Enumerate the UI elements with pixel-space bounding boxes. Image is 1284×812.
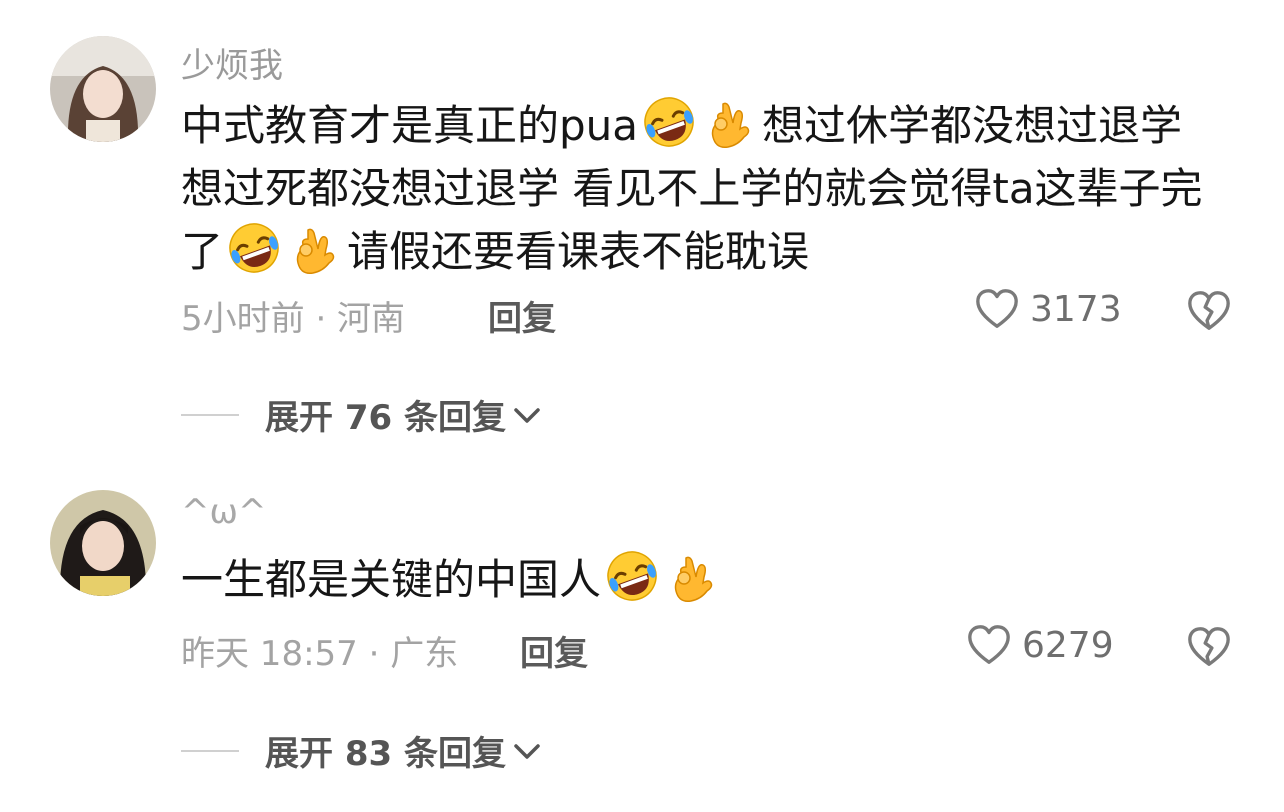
comment-meta-time-location: 5小时前 · 河南 bbox=[181, 299, 406, 339]
like-button[interactable]: 3173 bbox=[974, 286, 1122, 332]
comment-item: ^ω^ 一生都是关键的中国人 昨天 18:57 · 广东 回复 6279 展开 … bbox=[0, 460, 1284, 812]
dislike-button[interactable] bbox=[1186, 288, 1232, 338]
comment-text-segment: 一生都是关键的中国人 bbox=[181, 555, 602, 604]
expand-replies-button[interactable]: 展开 76 条回复 bbox=[181, 390, 542, 439]
divider-line bbox=[181, 749, 239, 752]
ok-hand-icon bbox=[703, 94, 759, 150]
comment-item: 少烦我 中式教育才是真正的pua 想过休学都没想过退学 想过死都没想过退学 看见不… bbox=[0, 0, 1284, 460]
expand-replies-button[interactable]: 展开 83 条回复 bbox=[181, 726, 542, 775]
ok-hand-icon bbox=[288, 220, 344, 276]
ok-hand-icon bbox=[666, 548, 722, 604]
divider-line bbox=[181, 413, 239, 416]
chevron-down-icon bbox=[512, 405, 542, 425]
rofl-face-icon bbox=[226, 220, 282, 276]
comment-text: 一生都是关键的中国人 bbox=[181, 548, 1221, 611]
rofl-face-icon bbox=[641, 94, 697, 150]
like-button[interactable]: 6279 bbox=[966, 622, 1114, 668]
like-count: 6279 bbox=[1022, 624, 1114, 666]
comment-text-segment: 请假还要看课表不能耽误 bbox=[347, 227, 810, 276]
username[interactable]: ^ω^ bbox=[181, 492, 266, 532]
dislike-button[interactable] bbox=[1186, 624, 1232, 674]
comment-meta-time-location: 昨天 18:57 · 广东 bbox=[181, 634, 459, 674]
chevron-down-icon bbox=[512, 741, 542, 761]
like-count: 3173 bbox=[1030, 288, 1122, 330]
comment-text-segment: 中式教育才是真正的pua bbox=[181, 101, 639, 150]
broken-heart-icon bbox=[1186, 288, 1232, 334]
reply-button[interactable]: 回复 bbox=[488, 291, 556, 340]
comment-text: 中式教育才是真正的pua 想过休学都没想过退学 想过死都没想过退学 看见不上学的就… bbox=[181, 94, 1221, 283]
expand-replies-label: 展开 76 条回复 bbox=[265, 398, 506, 438]
rofl-face-icon bbox=[604, 548, 660, 604]
broken-heart-icon bbox=[1186, 624, 1232, 670]
avatar[interactable] bbox=[50, 36, 156, 142]
heart-icon bbox=[966, 622, 1012, 668]
username[interactable]: 少烦我 bbox=[181, 38, 283, 87]
heart-icon bbox=[974, 286, 1020, 332]
avatar[interactable] bbox=[50, 490, 156, 596]
expand-replies-label: 展开 83 条回复 bbox=[265, 734, 506, 774]
reply-button[interactable]: 回复 bbox=[520, 626, 588, 675]
